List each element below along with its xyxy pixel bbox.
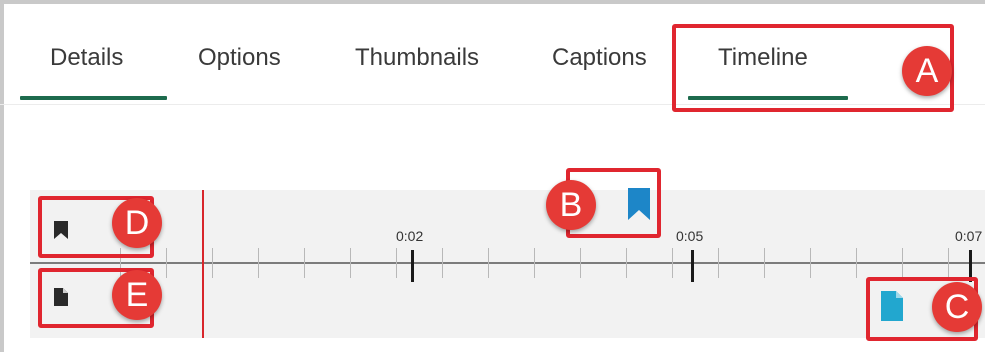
timeline-axis xyxy=(30,262,985,264)
timeline-tick xyxy=(626,248,627,278)
callout-badge-c: C xyxy=(932,282,982,332)
callout-badge-e: E xyxy=(112,270,162,320)
timeline-major-tick xyxy=(691,250,694,282)
tab-captions[interactable]: Captions xyxy=(552,44,647,100)
timeline-tick xyxy=(764,248,765,278)
timeline-tick xyxy=(442,248,443,278)
callout-badge-b: B xyxy=(546,180,596,230)
tab-details[interactable]: Details xyxy=(20,44,167,100)
tab-captions-label: Captions xyxy=(552,44,647,71)
timeline-tick xyxy=(810,248,811,278)
timeline-tick xyxy=(534,248,535,278)
tab-thumbnails-label: Thumbnails xyxy=(355,44,480,71)
timeline-tick xyxy=(258,248,259,278)
timeline-tick xyxy=(580,248,581,278)
timeline-tick xyxy=(212,248,213,278)
tab-details-underline xyxy=(20,96,167,100)
timeline-tick xyxy=(166,248,167,278)
timeline-tick xyxy=(396,248,397,278)
timeline-track[interactable]: 0:02 0:05 0:07 xyxy=(30,190,985,338)
timeline-tick xyxy=(304,248,305,278)
timeline-tick xyxy=(350,248,351,278)
timeline-tick xyxy=(948,248,949,278)
timeline-major-tick xyxy=(411,250,414,282)
tab-options-label: Options xyxy=(198,44,281,71)
timeline-tick xyxy=(672,248,673,278)
tick-label-0-07: 0:07 xyxy=(955,228,983,244)
tab-options[interactable]: Options xyxy=(198,44,281,100)
timeline-tick xyxy=(902,248,903,278)
playhead[interactable] xyxy=(202,190,204,338)
tab-thumbnails[interactable]: Thumbnails xyxy=(355,44,479,100)
timeline-tick xyxy=(856,248,857,278)
callout-badge-d: D xyxy=(112,198,162,248)
callout-badge-a: A xyxy=(902,46,952,96)
timeline-tick xyxy=(488,248,489,278)
tick-label-0-02: 0:02 xyxy=(396,228,424,244)
tab-details-label: Details xyxy=(50,44,124,71)
tick-label-0-05: 0:05 xyxy=(676,228,704,244)
timeline-tick xyxy=(718,248,719,278)
